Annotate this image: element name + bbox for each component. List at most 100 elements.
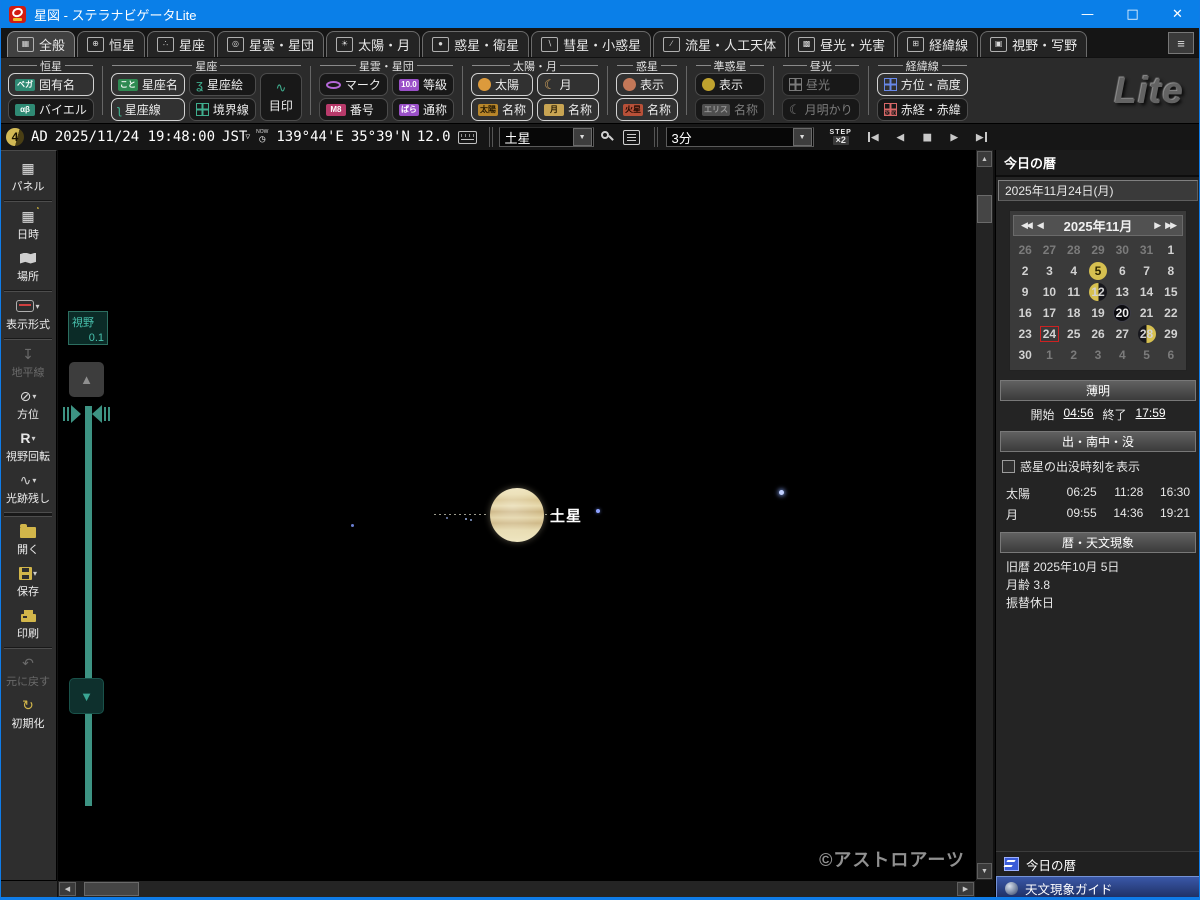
step-interval-select[interactable]: 3分 ▼ (666, 127, 814, 147)
nebula-magnitude-button[interactable]: 10.0等級 (392, 73, 454, 96)
prev-month-button[interactable]: ◀ (1034, 220, 1045, 231)
calendar-day[interactable]: 15 (1159, 281, 1183, 302)
calendar-day[interactable]: 16 (1013, 302, 1037, 323)
star-chart-view[interactable]: 視野 0.1 ▲ ▼ 土星 ©アストロアーツ (58, 150, 975, 880)
datetime-value[interactable]: 2025/11/24 19:48:00 (55, 129, 215, 145)
longitude-value[interactable]: 139°44'E (276, 129, 343, 145)
calendar-day[interactable]: 26 (1086, 323, 1110, 344)
calendar-day[interactable]: 14 (1134, 281, 1158, 302)
star-proper-name-button[interactable]: ベガ固有名 (8, 73, 94, 96)
scroll-down-icon[interactable]: ▼ (977, 863, 992, 879)
vertical-scrollbar[interactable]: ▲ ▼ (975, 150, 993, 880)
calendar-day[interactable]: 30 (1013, 344, 1037, 365)
calendar-day[interactable]: 21 (1134, 302, 1158, 323)
stop-button[interactable]: ■ (914, 130, 941, 145)
step-x2-button[interactable]: STEP ×2 (830, 129, 852, 145)
fov-slider-handle[interactable] (63, 405, 113, 423)
calendar-day[interactable]: 4 (1062, 260, 1086, 281)
tab-sun-moon[interactable]: ☀太陽・月 (326, 31, 420, 57)
saturn-planet[interactable] (490, 488, 544, 542)
now-clock-icon[interactable]: NOW ◷ (256, 130, 268, 145)
moon-label-button[interactable]: 月名称 (537, 98, 599, 121)
tab-fixed-stars[interactable]: ⊕恒星 (77, 31, 145, 57)
sidebar-item-reset[interactable]: ↻初期化 (0, 693, 56, 735)
sun-show-button[interactable]: 太陽 (471, 73, 533, 96)
step-back-button[interactable]: ◀ (887, 130, 914, 145)
latitude-value[interactable]: 35°39'N (351, 129, 410, 145)
calendar-day[interactable]: 27 (1037, 239, 1061, 260)
fov-slider-track[interactable] (85, 406, 92, 806)
calendar-day[interactable]: 25 (1062, 323, 1086, 344)
calendar-day[interactable]: 3 (1037, 260, 1061, 281)
calendar-day[interactable]: 3 (1086, 344, 1110, 365)
dropdown-arrow-icon[interactable]: ▼ (573, 128, 592, 146)
calendar-day[interactable]: 30 (1110, 239, 1134, 260)
scroll-left-icon[interactable]: ◀ (59, 882, 76, 896)
sidebar-item-save[interactable]: ▾保存 (0, 561, 56, 603)
next-month-button[interactable]: ▶ (1151, 220, 1162, 231)
sidebar-item-direction[interactable]: ⊘▾方位 (0, 384, 56, 426)
moon-show-button[interactable]: ☾月 (537, 73, 599, 96)
tab-fov-frame[interactable]: ▣視野・写野 (980, 31, 1087, 57)
menu-icon[interactable]: ≡ (1168, 32, 1194, 54)
calendar-day[interactable]: 18 (1062, 302, 1086, 323)
constellation-art-button[interactable]: ʓ星座絵 (189, 73, 256, 96)
dwarf-label-button[interactable]: エリス名称 (695, 98, 765, 121)
constellation-boundary-button[interactable]: 境界線 (189, 98, 256, 121)
calendar-day[interactable]: 29 (1159, 323, 1183, 344)
calendar-day[interactable]: 31 (1134, 239, 1158, 260)
calendar-day[interactable]: 23 (1013, 323, 1037, 344)
tab-constellations[interactable]: ∴星座 (147, 31, 215, 57)
planet-label-button[interactable]: 火星名称 (616, 98, 678, 121)
maximize-button[interactable]: □ (1110, 0, 1155, 28)
sun-label-button[interactable]: 太陽名称 (471, 98, 533, 121)
calendar-day[interactable]: 17 (1037, 302, 1061, 323)
astro-guide-button[interactable]: 天文現象ガイド (996, 876, 1200, 900)
calendar-day[interactable]: 22 (1159, 302, 1183, 323)
dwarf-show-button[interactable]: 表示 (695, 73, 765, 96)
sidebar-item-light-trail[interactable]: ∿▾光跡残し (0, 468, 56, 510)
tab-general[interactable]: ▦全般 (7, 31, 75, 57)
sidebar-item-display-format[interactable]: ▾表示形式 (0, 294, 56, 336)
calendar-day[interactable]: 7 (1134, 260, 1158, 281)
planet-rise-set-checkbox-row[interactable]: 惑星の出没時刻を表示 (996, 455, 1200, 477)
next-year-button[interactable]: ▶▶ (1162, 220, 1178, 231)
calendar-day[interactable]: 9 (1013, 281, 1037, 302)
zoom-in-button[interactable]: ▲ (69, 362, 104, 397)
ra-dec-grid-button[interactable]: 2000赤経・赤緯 (877, 98, 968, 121)
altitude-value[interactable]: 12.0 (417, 129, 451, 145)
horizontal-scrollbar[interactable]: ◀ ▶ (58, 880, 975, 897)
search-button[interactable] (600, 130, 615, 145)
skip-forward-button[interactable]: ▶ (968, 130, 995, 145)
calendar-day[interactable]: 24 (1037, 323, 1061, 344)
calendar-day[interactable]: 13 (1110, 281, 1134, 302)
tab-nebulae[interactable]: ◎星雲・星団 (217, 31, 324, 57)
moonlight-show-button[interactable]: ☾月明かり (782, 98, 860, 121)
tab-coordinate-lines[interactable]: ⊞経緯線 (897, 31, 978, 57)
landmark-button[interactable]: ∿目印 (260, 73, 302, 121)
star-bayer-button[interactable]: αβバイエル (8, 98, 94, 121)
calendar-day[interactable]: 8 (1159, 260, 1183, 281)
twilight-start-time[interactable]: 04:56 (1063, 406, 1093, 423)
sidebar-item-print[interactable]: 印刷 (0, 603, 56, 645)
constellation-lines-button[interactable]: ʅ星座線 (111, 98, 185, 121)
object-list-button[interactable] (623, 130, 640, 145)
calendar-day[interactable]: 26 (1013, 239, 1037, 260)
sidebar-item-datetime[interactable]: ▦日時 (0, 204, 56, 246)
tab-planets-satellites[interactable]: ●惑星・衛星 (422, 31, 529, 57)
calendar-day[interactable]: 20 (1110, 302, 1134, 323)
calendar-day[interactable]: 6 (1110, 260, 1134, 281)
checkbox-icon[interactable] (1002, 460, 1015, 473)
calendar-day[interactable]: 19 (1086, 302, 1110, 323)
constellation-name-button[interactable]: こと星座名 (111, 73, 185, 96)
skip-back-button[interactable]: ◀ (860, 130, 887, 145)
twilight-end-time[interactable]: 17:59 (1136, 406, 1166, 423)
calendar-day[interactable]: 4 (1110, 344, 1134, 365)
today-calendar-button[interactable]: 今日の暦 (996, 851, 1200, 876)
calendar-day[interactable]: 11 (1062, 281, 1086, 302)
calendar-day[interactable]: 1 (1159, 239, 1183, 260)
minimize-button[interactable]: — (1065, 0, 1110, 28)
daylight-show-button[interactable]: 昼光 (782, 73, 860, 96)
calendar-day[interactable]: 2 (1062, 344, 1086, 365)
calendar-day[interactable]: 1 (1037, 344, 1061, 365)
